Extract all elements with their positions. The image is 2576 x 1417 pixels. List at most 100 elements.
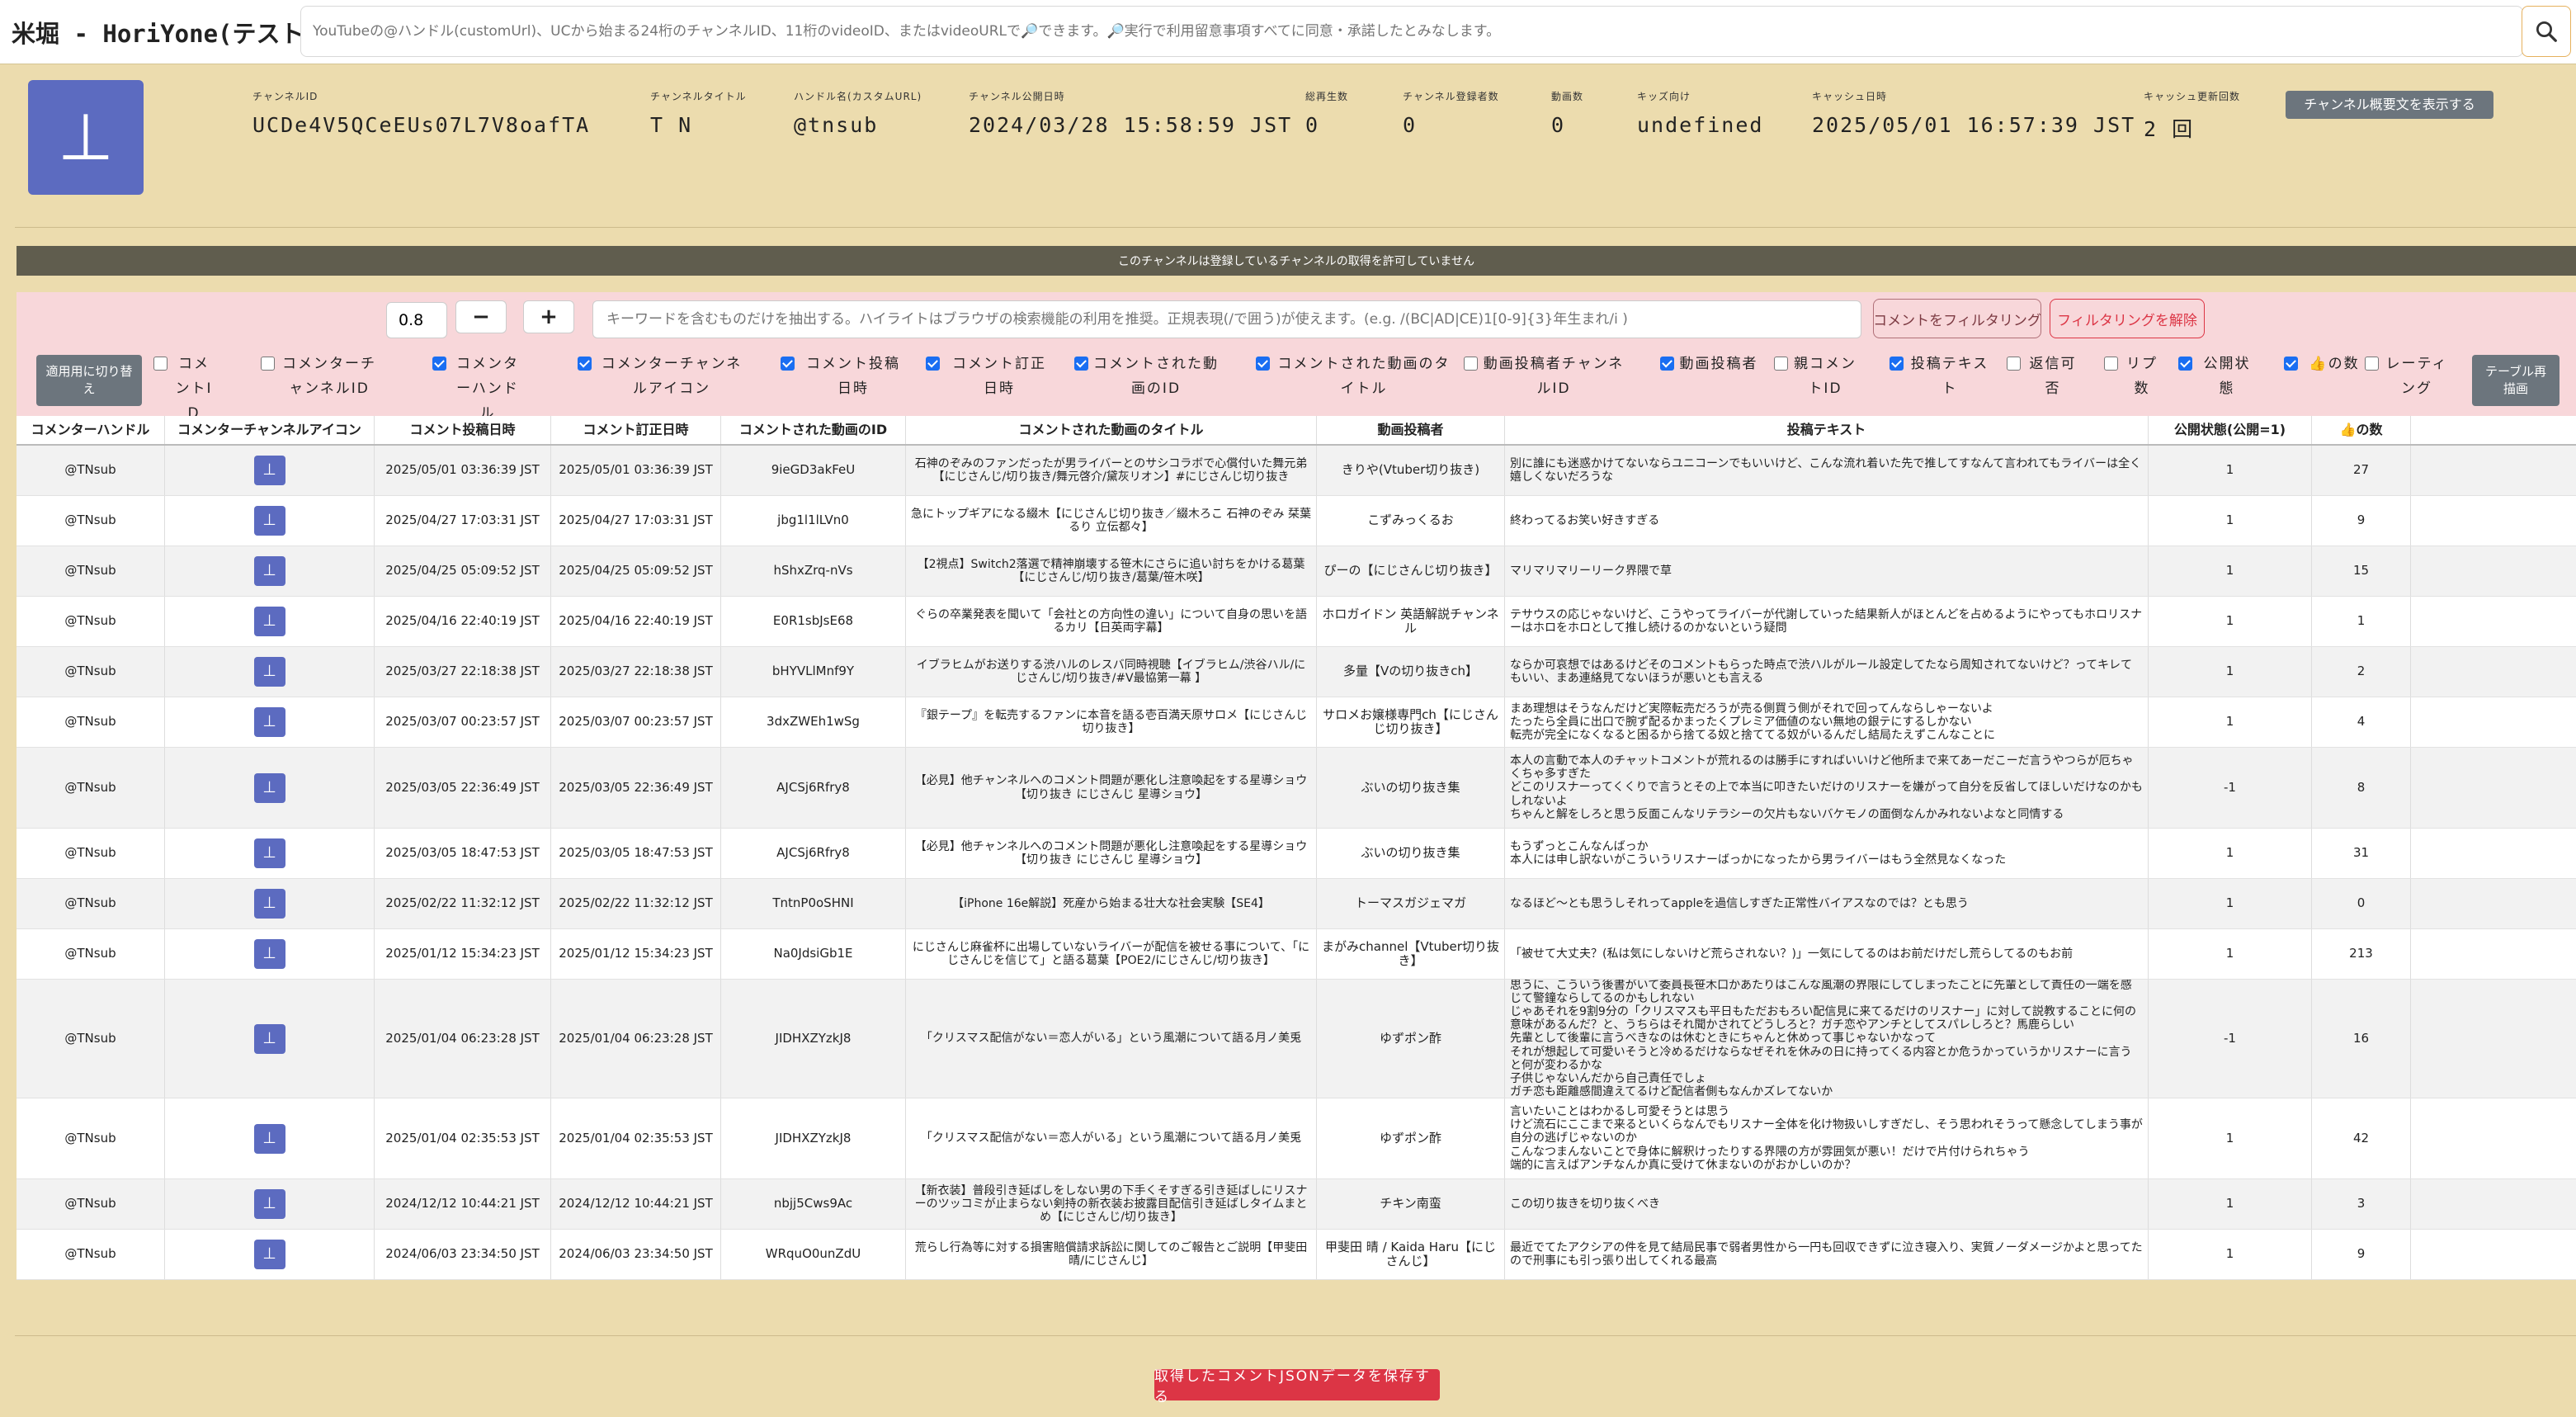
- column-toggle[interactable]: コメンターチャンネルアイコン: [578, 352, 748, 401]
- cell-uploader: ゆずポン酢: [1317, 1098, 1505, 1178]
- cell-edited: 2025/03/27 22:18:38 JST: [551, 647, 721, 697]
- channel-field-label: キャッシュ更新回数: [2144, 91, 2241, 102]
- column-toggle[interactable]: 動画投稿者チャンネルID: [1464, 352, 1625, 401]
- checkbox[interactable]: [432, 357, 446, 371]
- column-toggle[interactable]: 返信可否: [2007, 352, 2081, 401]
- column-toggle[interactable]: 公開状態: [2178, 352, 2258, 401]
- cell-channel-icon: ⊥: [165, 1230, 375, 1279]
- channel-field: キャッシュ更新回数 2 回: [2144, 89, 2240, 143]
- checkbox[interactable]: [1660, 357, 1674, 371]
- table-row: @TNsub ⊥ 2025/01/04 06:23:28 JST 2025/01/04…: [17, 980, 2576, 1098]
- cell-channel-icon: ⊥: [165, 980, 375, 1098]
- channel-icon-button[interactable]: ⊥: [253, 556, 285, 586]
- channel-icon-button[interactable]: ⊥: [253, 506, 285, 536]
- channel-icon-button[interactable]: ⊥: [253, 838, 285, 868]
- checkbox[interactable]: [2365, 357, 2379, 371]
- checkbox[interactable]: [1074, 357, 1088, 371]
- column-header[interactable]: コメンターチャンネルアイコン: [165, 416, 375, 444]
- channel-field-value: 0: [1305, 113, 1320, 137]
- channel-icon-button[interactable]: ⊥: [253, 1023, 285, 1054]
- column-toggle[interactable]: コメント投稿日時: [781, 352, 908, 401]
- checkbox[interactable]: [1890, 357, 1904, 371]
- column-header[interactable]: コメントされた動画のタイトル: [906, 416, 1317, 444]
- channel-field-label: チャンネル登録者数: [1403, 91, 1499, 102]
- column-toggle[interactable]: 投稿テキスト: [1890, 352, 1992, 401]
- cell-edited: 2024/06/03 23:34:50 JST: [551, 1230, 721, 1279]
- column-header[interactable]: コメント訂正日時: [551, 416, 721, 444]
- column-toggle-label: 返信可否: [2029, 356, 2077, 397]
- zoom-increase-button[interactable]: +: [523, 300, 574, 333]
- cell-posted: 2025/03/27 22:18:38 JST: [375, 647, 551, 697]
- checkbox[interactable]: [261, 357, 275, 371]
- cell-handle: @TNsub: [17, 1098, 165, 1178]
- checkbox[interactable]: [578, 357, 592, 371]
- cell-public: -1: [2149, 748, 2312, 828]
- channel-icon-button[interactable]: ⊥: [253, 939, 285, 969]
- show-description-button[interactable]: チャンネル概要文を表示する: [2286, 91, 2493, 119]
- column-header[interactable]: コメントされた動画のID: [721, 416, 906, 444]
- table-row: @TNsub ⊥ 2025/01/12 15:34:23 JST 2025/01/12…: [17, 929, 2576, 980]
- column-toggle[interactable]: コメントされた動画のID: [1074, 352, 1220, 401]
- cell-likes: 31: [2312, 829, 2411, 878]
- column-header[interactable]: 動画投稿者: [1317, 416, 1505, 444]
- save-json-button[interactable]: 取得したコメントJSONデータを保存する: [1154, 1368, 1440, 1405]
- search-input[interactable]: [300, 6, 2523, 57]
- cell-text: 思うに、こういう後書がいて委員長笹木口かあたりはこんな風潮の界限にしてしまったこ…: [1505, 980, 2149, 1098]
- cell-channel-icon: ⊥: [165, 597, 375, 646]
- checkbox[interactable]: [153, 357, 167, 371]
- keyword-filter-input[interactable]: [592, 300, 1861, 338]
- channel-icon-button[interactable]: ⊥: [253, 1123, 285, 1154]
- cell-likes: 9: [2312, 496, 2411, 546]
- cell-likes: 213: [2312, 929, 2411, 979]
- redraw-table-button[interactable]: テーブル再描画: [2472, 355, 2559, 406]
- checkbox[interactable]: [926, 357, 940, 371]
- clear-filter-button[interactable]: フィルタリングを解除: [2050, 299, 2205, 338]
- column-header[interactable]: 👍の数: [2312, 416, 2411, 444]
- checkbox[interactable]: [2104, 357, 2118, 371]
- column-toggle[interactable]: コメント訂正日時: [926, 352, 1054, 401]
- checkbox[interactable]: [2178, 357, 2192, 371]
- column-toggle[interactable]: 動画投稿者: [1660, 352, 1759, 376]
- column-toggle[interactable]: コメントされた動画のタイトル: [1256, 352, 1454, 401]
- channel-icon-button[interactable]: ⊥: [253, 707, 285, 737]
- channel-icon-button[interactable]: ⊥: [253, 1240, 285, 1269]
- column-toggle[interactable]: コメンターハンドル: [432, 352, 525, 426]
- cell-uploader: チキン南蛮: [1317, 1179, 1505, 1229]
- column-header[interactable]: 投稿テキスト: [1505, 416, 2149, 444]
- search-button[interactable]: [2522, 6, 2571, 57]
- channel-icon-button[interactable]: ⊥: [253, 1189, 285, 1219]
- cell-likes: 4: [2312, 697, 2411, 747]
- cell-channel-icon: ⊥: [165, 1098, 375, 1178]
- column-toggle[interactable]: コメンターチャンネルID: [261, 352, 380, 401]
- column-toggle-label: 公開状態: [2203, 356, 2251, 397]
- zoom-input[interactable]: [386, 302, 447, 338]
- checkbox[interactable]: [2007, 357, 2021, 371]
- cell-likes: 1: [2312, 597, 2411, 646]
- checkbox[interactable]: [781, 357, 795, 371]
- apply-toggle-button[interactable]: 適用用に切り替え: [36, 355, 142, 406]
- channel-icon-button[interactable]: ⊥: [253, 772, 285, 803]
- checkbox[interactable]: [1256, 357, 1270, 371]
- column-toggle[interactable]: リプ数: [2104, 352, 2162, 401]
- checkbox[interactable]: [2284, 357, 2298, 371]
- column-toggle-label: リプ数: [2126, 356, 2158, 397]
- column-header[interactable]: コメンターハンドル: [17, 416, 165, 444]
- checkbox[interactable]: [1774, 357, 1788, 371]
- channel-icon-button[interactable]: ⊥: [253, 456, 285, 485]
- column-header[interactable]: 公開状態(公開=1): [2149, 416, 2312, 444]
- column-toggle[interactable]: コメントID: [153, 352, 216, 426]
- channel-icon-button[interactable]: ⊥: [253, 889, 285, 919]
- column-toggle[interactable]: 👍の数: [2284, 352, 2366, 376]
- zoom-decrease-button[interactable]: −: [455, 300, 507, 333]
- checkbox[interactable]: [1464, 357, 1478, 371]
- channel-field-value: UCDe4V5QCeEUs07L7V8oafTA: [252, 113, 591, 137]
- column-toggle[interactable]: レーティング: [2365, 352, 2451, 401]
- column-header[interactable]: コメント投稿日時: [375, 416, 551, 444]
- filter-comments-button[interactable]: コメントをフィルタリング: [1873, 299, 2041, 338]
- column-toggle[interactable]: 親コメントID: [1774, 352, 1858, 401]
- cell-title: 石神のぞみのファンだったが男ライバーとのサシコラボで心償付いた舞元弟【にじさんじ…: [906, 446, 1317, 495]
- channel-icon-button[interactable]: ⊥: [253, 657, 285, 687]
- cell-edited: 2025/01/04 06:23:28 JST: [551, 980, 721, 1098]
- cell-public: 1: [2149, 697, 2312, 747]
- channel-icon-button[interactable]: ⊥: [253, 607, 285, 636]
